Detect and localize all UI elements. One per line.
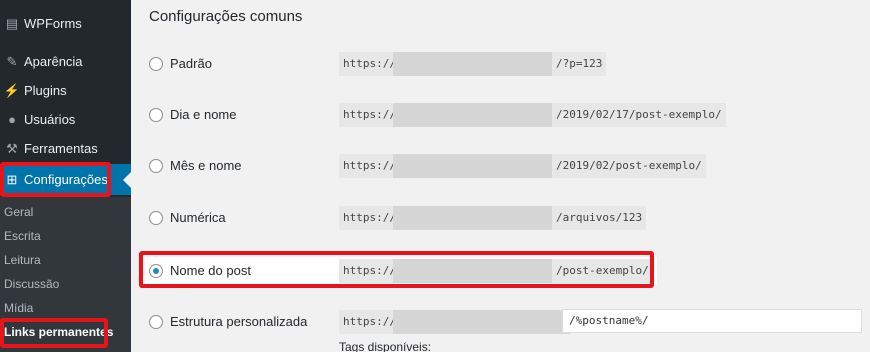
submenu-item-leitura[interactable]: Leitura [4, 253, 41, 267]
wpforms-icon: ▤ [5, 15, 19, 31]
url-suffix: /?p=123 [552, 52, 607, 76]
url-prefix: https:// [339, 52, 396, 76]
menu-item-wpforms[interactable]: ▤ WPForms [0, 9, 131, 38]
url-prefix: https:// [339, 154, 396, 178]
option-label: Estrutura personalizada [170, 314, 308, 329]
wrench-icon: ⚒ [6, 140, 18, 156]
submenu-item-geral[interactable]: Geral [4, 205, 33, 219]
radio-dia-e-nome[interactable] [149, 108, 163, 122]
menu-item-aparencia[interactable]: ✎ Aparência [0, 47, 131, 76]
radio-estrutura-personalizada[interactable] [149, 315, 163, 329]
permalink-option-padrao[interactable]: Padrão https:// /?p=123 [149, 52, 859, 76]
option-label: Mês e nome [170, 158, 242, 173]
section-title: Configurações comuns [149, 8, 303, 25]
url-suffix: /arquivos/123 [552, 206, 647, 230]
brush-icon: ✎ [6, 53, 18, 69]
permalink-option-dia-e-nome[interactable]: Dia e nome https:// /2019/02/17/post-exe… [149, 103, 859, 127]
url-prefix: https:// [339, 103, 396, 127]
radio-padrao[interactable] [149, 57, 163, 71]
permalink-option-numerica[interactable]: Numérica https:// /arquivos/123 [149, 206, 859, 230]
highlight-box-nome-do-post [139, 251, 654, 288]
redacted-domain [393, 154, 552, 178]
submenu-item-escrita[interactable]: Escrita [4, 229, 41, 243]
plug-icon: ⚡ [3, 82, 21, 98]
url-suffix: /2019/02/post-exemplo/ [552, 154, 706, 178]
url-suffix: /2019/02/17/post-exemplo/ [552, 103, 726, 127]
highlight-box-configuracoes [0, 162, 111, 197]
menu-item-plugins[interactable]: ⚡ Plugins [0, 76, 131, 105]
submenu-item-discussao[interactable]: Discussão [4, 277, 59, 291]
menu-item-ferramentas[interactable]: ⚒ Ferramentas [0, 134, 131, 163]
available-tags-label: Tags disponíveis: [339, 340, 432, 352]
redacted-domain [393, 310, 570, 334]
option-label: Padrão [170, 56, 212, 71]
url-prefix: https:// [339, 310, 396, 334]
option-label: Dia e nome [170, 107, 237, 122]
redacted-domain [393, 103, 552, 127]
highlight-box-links-permanentes [0, 318, 108, 348]
submenu-item-midia[interactable]: Mídia [4, 301, 33, 315]
permalink-settings-panel: Configurações comuns Padrão https:// /?p… [131, 0, 870, 352]
active-arrow-indicator [123, 171, 131, 188]
radio-numerica[interactable] [149, 211, 163, 225]
option-label: Numérica [170, 210, 226, 225]
menu-item-usuarios[interactable]: ● Usuários [0, 105, 131, 134]
permalink-option-mes-e-nome[interactable]: Mês e nome https:// /2019/02/post-exempl… [149, 154, 859, 178]
radio-mes-e-nome[interactable] [149, 159, 163, 173]
user-icon: ● [8, 112, 16, 127]
custom-structure-input[interactable]: /%postname%/ [562, 309, 862, 333]
redacted-domain [393, 52, 552, 76]
redacted-domain [393, 206, 552, 230]
url-prefix: https:// [339, 206, 396, 230]
